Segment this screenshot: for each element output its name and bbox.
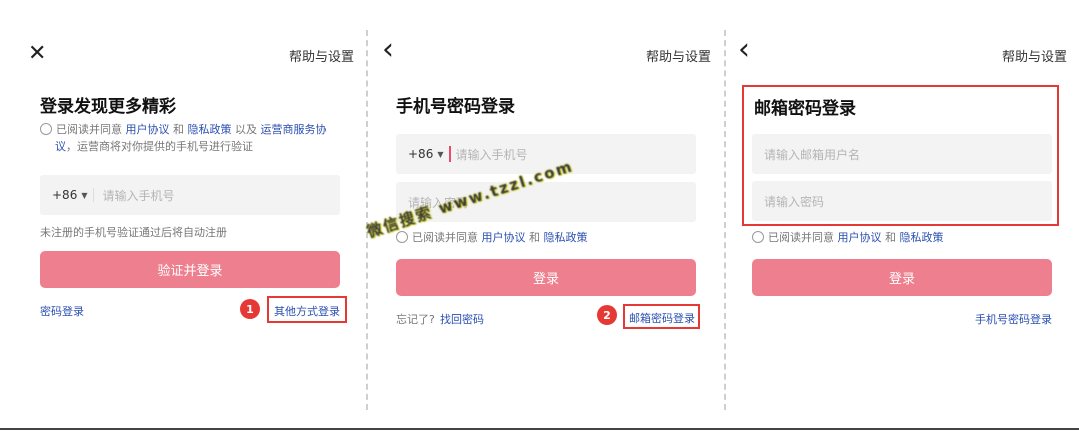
back-icon[interactable]: ‹ xyxy=(382,35,394,65)
help-settings-link[interactable]: 帮助与设置 xyxy=(289,46,354,65)
phone-input[interactable]: +86 ▼ 请输入手机号 xyxy=(40,175,340,215)
find-password-link[interactable]: 找回密码 xyxy=(440,311,484,327)
country-code-select[interactable]: +86 ▼ xyxy=(52,188,87,202)
agreement-text: 已阅读并同意 用户协议 和 隐私政策 xyxy=(752,229,944,246)
agreement-radio[interactable] xyxy=(40,123,52,135)
password-placeholder: 请输入密码 xyxy=(764,194,825,209)
close-icon[interactable]: ✕ xyxy=(28,42,46,66)
agreement-and: 和 xyxy=(881,231,900,244)
step-badge-1: 1 xyxy=(240,299,260,319)
country-code: +86 xyxy=(52,188,78,202)
password-input[interactable]: 请输入密码 xyxy=(752,181,1052,221)
chevron-down-icon: ▼ xyxy=(81,190,88,200)
page-title: 邮箱密码登录 xyxy=(754,99,856,119)
phone-placeholder: 请输入手机号 xyxy=(102,188,175,203)
back-icon[interactable]: ‹ xyxy=(738,35,750,65)
operator-agreement-link[interactable]: 运营商服务协 xyxy=(261,123,327,136)
panel-sms-login: ✕ 帮助与设置 登录发现更多精彩 已阅读并同意 用户协议 和 隐私政策 以及 运… xyxy=(0,0,366,425)
agreement-and: 和 xyxy=(169,123,188,136)
login-button[interactable]: 登录 xyxy=(396,259,696,296)
operator-agreement-link-2[interactable]: 议 xyxy=(40,140,66,153)
forgot-text: 忘记了? xyxy=(396,313,435,326)
text-cursor xyxy=(449,146,452,162)
panel-email-login: ‹ 帮助与设置 邮箱密码登录 请输入邮箱用户名 请输入密码 已阅读并同意 用户协… xyxy=(726,0,1079,425)
privacy-policy-link[interactable]: 隐私政策 xyxy=(900,231,944,244)
country-code: +86 xyxy=(408,147,434,161)
user-agreement-link[interactable]: 用户协议 xyxy=(482,231,526,244)
country-code-select[interactable]: +86 ▼ xyxy=(408,147,443,161)
agreement-radio[interactable] xyxy=(752,231,764,243)
phone-password-login-link[interactable]: 手机号密码登录 xyxy=(975,311,1052,327)
other-login-link[interactable]: 其他方式登录 xyxy=(274,303,340,319)
agreement-text: 已阅读并同意 用户协议 和 隐私政策 以及 运营商服务协议，运营商将对你提供的手… xyxy=(40,121,340,155)
verify-login-button[interactable]: 验证并登录 xyxy=(40,251,340,288)
auto-register-hint: 未注册的手机号验证通过后将自动注册 xyxy=(40,226,227,239)
user-agreement-link[interactable]: 用户协议 xyxy=(126,123,170,136)
user-agreement-link[interactable]: 用户协议 xyxy=(838,231,882,244)
phone-placeholder: 请输入手机号 xyxy=(455,147,528,162)
agreement-suffix: ，运营商将对你提供的手机号进行验证 xyxy=(66,140,253,153)
step-badge-2: 2 xyxy=(597,305,617,325)
privacy-policy-link[interactable]: 隐私政策 xyxy=(188,123,232,136)
agreement-prefix: 已阅读并同意 xyxy=(412,231,482,244)
email-login-link[interactable]: 邮箱密码登录 xyxy=(629,310,695,326)
help-settings-link[interactable]: 帮助与设置 xyxy=(1002,46,1067,65)
agreement-prefix: 已阅读并同意 xyxy=(56,123,126,136)
divider xyxy=(93,188,95,202)
login-button[interactable]: 登录 xyxy=(752,259,1052,296)
chevron-down-icon: ▼ xyxy=(437,149,444,159)
agreement-text: 已阅读并同意 用户协议 和 隐私政策 xyxy=(396,229,588,246)
agreement-prefix: 已阅读并同意 xyxy=(768,231,838,244)
help-settings-link[interactable]: 帮助与设置 xyxy=(646,46,711,65)
email-input[interactable]: 请输入邮箱用户名 xyxy=(752,134,1052,174)
agreement-and-2: 以及 xyxy=(231,123,261,136)
page-title: 手机号密码登录 xyxy=(396,97,515,117)
email-placeholder: 请输入邮箱用户名 xyxy=(764,147,861,162)
password-login-link[interactable]: 密码登录 xyxy=(40,303,84,319)
agreement-and: 和 xyxy=(525,231,544,244)
privacy-policy-link[interactable]: 隐私政策 xyxy=(544,231,588,244)
page-title: 登录发现更多精彩 xyxy=(40,97,176,117)
bottom-border xyxy=(0,428,1079,430)
